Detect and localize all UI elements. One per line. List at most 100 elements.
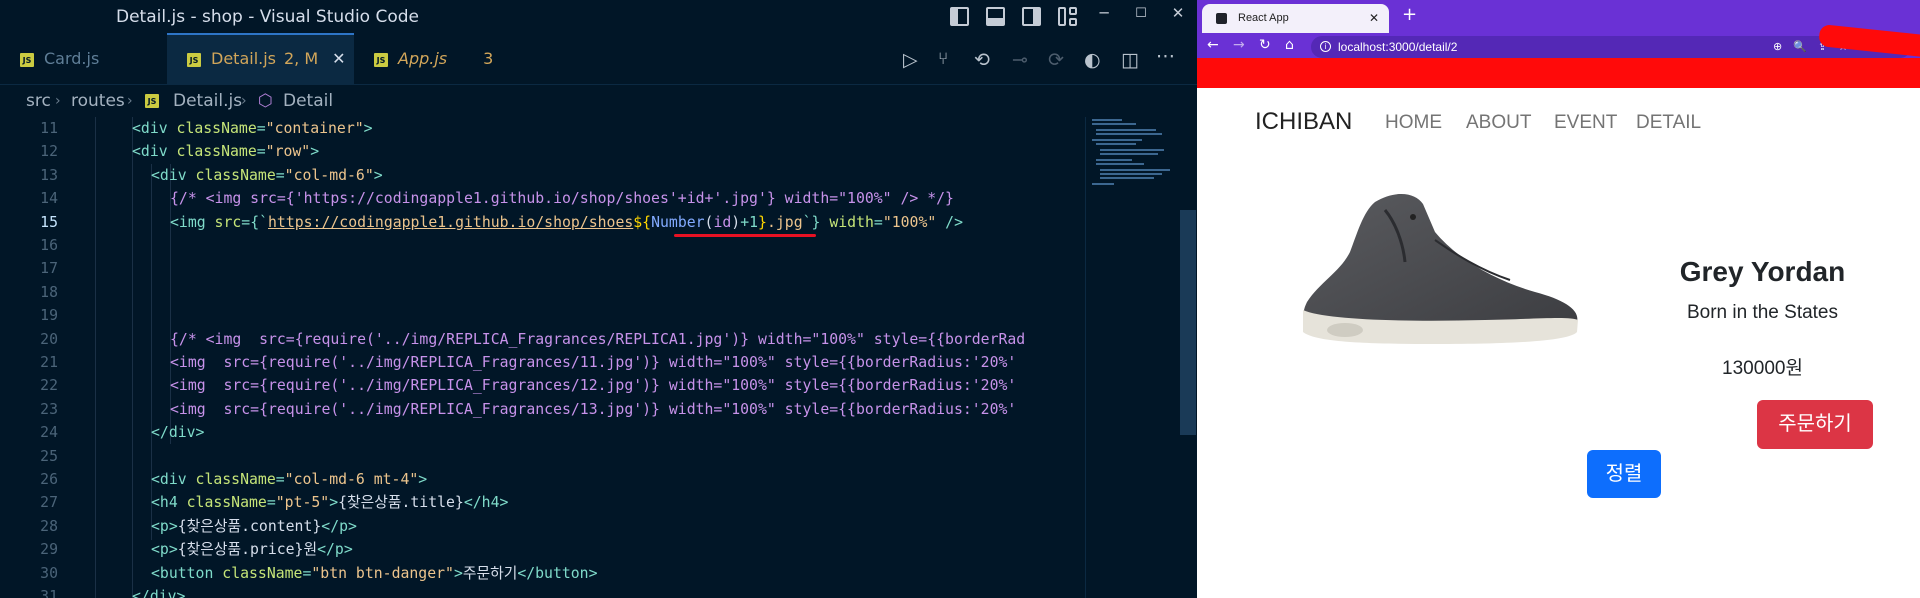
line-number: 21 <box>40 354 58 371</box>
line-number: 20 <box>40 330 58 348</box>
code-line: </div> <box>151 424 205 442</box>
close-window-icon[interactable]: ✕ <box>1163 4 1193 22</box>
forward-icon[interactable]: → <box>1233 37 1259 53</box>
browser-tab[interactable]: React App ✕ <box>1202 4 1389 33</box>
code-line: <img src={require('../img/REPLICA_Fragra… <box>170 377 1017 395</box>
toggle-secondary-sidebar-icon[interactable] <box>1022 7 1041 26</box>
chevron-right-icon: › <box>55 93 61 109</box>
breadcrumb: src › routes › JS Detail.js › ⬡ Detail <box>0 85 1197 117</box>
go-back-icon[interactable]: ⟲ <box>974 49 990 71</box>
tab-card-js[interactable]: JS Card.js <box>0 33 167 85</box>
nav-about[interactable]: ABOUT <box>1466 112 1531 134</box>
line-number: 28 <box>40 517 58 535</box>
line-number: 25 <box>40 447 58 465</box>
close-tab-icon[interactable]: ✕ <box>332 49 345 68</box>
breadcrumb-symbol[interactable]: Detail <box>283 85 333 117</box>
breadcrumb-routes[interactable]: routes <box>71 85 125 117</box>
red-annotation-underline <box>674 234 816 237</box>
go-forward-icon: ⟳ <box>1048 49 1064 71</box>
browser-tab-strip: React App ✕ + <box>1197 0 1920 33</box>
scrollbar-thumb[interactable] <box>1180 210 1196 435</box>
web-page: ICHIBAN HOME ABOUT EVENT DETAIL Grey Yor… <box>1197 88 1920 598</box>
line-number: 16 <box>40 237 58 254</box>
nav-event[interactable]: EVENT <box>1554 112 1617 134</box>
nav-home[interactable]: HOME <box>1385 112 1442 134</box>
toggle-primary-sidebar-icon[interactable] <box>950 7 969 26</box>
maximize-icon[interactable]: ☐ <box>1126 6 1156 21</box>
commit-icon: ⊸ <box>1012 49 1028 71</box>
title-bar: Detail.js - shop - Visual Studio Code ─ … <box>0 0 1197 33</box>
line-number: 27 <box>40 494 58 512</box>
line-number: 13 <box>40 166 58 184</box>
toggle-panel-icon[interactable] <box>986 7 1005 26</box>
chevron-right-icon: › <box>241 93 247 109</box>
code-line: <p>{찾은상품.content}</p> <box>151 517 357 535</box>
timeline-icon[interactable]: ◐ <box>1084 49 1101 71</box>
more-actions-icon[interactable]: ⋯ <box>1156 45 1175 67</box>
window-title: Detail.js - shop - Visual Studio Code <box>116 7 419 27</box>
code-line: <p>{찾은상품.price}원</p> <box>151 541 353 559</box>
code-line: {/* <img src={'https://codingapple1.gith… <box>170 190 954 208</box>
code-line: {/* <img src={require('../img/REPLICA_Fr… <box>170 330 1026 348</box>
breadcrumb-src[interactable]: src <box>26 85 51 117</box>
order-button[interactable]: 주문하기 <box>1757 400 1873 449</box>
code-line: <h4 className="pt-5">{찾은상품.title}</h4> <box>151 494 509 512</box>
breadcrumb-file[interactable]: Detail.js <box>173 85 242 117</box>
code-line: <button className="btn btn-danger">주문하기<… <box>151 564 598 582</box>
code-line: <img src={require('../img/REPLICA_Fragra… <box>170 354 1017 371</box>
product-title: Grey Yordan <box>1679 256 1846 287</box>
line-number: 15 <box>40 213 58 231</box>
sort-button[interactable]: 정렬 <box>1587 450 1661 498</box>
line-number: 11 <box>40 120 58 137</box>
line-number: 24 <box>40 424 58 442</box>
js-file-icon: JS <box>187 52 201 67</box>
new-tab-icon[interactable]: + <box>1402 4 1417 25</box>
site-info-icon[interactable]: i <box>1320 41 1331 52</box>
js-file-icon: JS <box>145 94 159 108</box>
browser-window: React App ✕ + ← → ↻ ⌂ i localhost:3000/deta… <box>1197 0 1920 598</box>
js-file-icon: JS <box>374 52 388 67</box>
code-line: <div className="row"> <box>132 143 320 161</box>
code-editor[interactable]: 11 12 13 14 15 16 17 18 19 20 21 22 23 2… <box>0 117 1085 598</box>
line-number: 18 <box>40 283 58 301</box>
product-content: Born in the States <box>1686 302 1839 323</box>
reload-icon[interactable]: ↻ <box>1259 37 1285 53</box>
code-line-current: <img src={`https://codingapple1.github.i… <box>170 213 963 231</box>
split-editor-icon[interactable]: ◫ <box>1121 49 1139 71</box>
line-number: 17 <box>40 260 58 278</box>
symbol-icon: ⬡ <box>258 91 273 111</box>
code-line: <div className="col-md-6 mt-4"> <box>151 471 428 488</box>
source-control-icon[interactable]: ⑂ <box>938 49 948 69</box>
navbar-brand[interactable]: ICHIBAN <box>1255 108 1352 136</box>
js-file-icon: JS <box>20 52 34 67</box>
minimize-icon[interactable]: ─ <box>1089 4 1119 22</box>
line-number: 31 <box>40 588 58 598</box>
line-number: 29 <box>40 541 58 559</box>
redaction-bar <box>1197 58 1920 88</box>
react-favicon-icon <box>1216 13 1227 24</box>
line-number: 22 <box>40 377 58 395</box>
close-tab-icon[interactable]: ✕ <box>1369 4 1379 33</box>
code-line: <img src={require('../img/REPLICA_Fragra… <box>170 400 1017 418</box>
code-line: <div className="col-md-6"> <box>151 166 383 184</box>
line-number: 12 <box>40 143 58 161</box>
run-icon[interactable]: ▷ <box>903 49 918 71</box>
back-icon[interactable]: ← <box>1207 37 1233 53</box>
tab-app-js[interactable]: JS App.js 3 <box>354 33 520 85</box>
code-line: <div className="container"> <box>132 120 373 137</box>
tab-detail-js[interactable]: JS Detail.js 2, M ✕ <box>167 33 354 85</box>
product-image <box>1303 193 1578 344</box>
line-number: 19 <box>40 307 58 325</box>
home-icon[interactable]: ⌂ <box>1285 37 1311 53</box>
vscode-window: Detail.js - shop - Visual Studio Code ─ … <box>0 0 1197 598</box>
product-price: 130000원 <box>1722 358 1803 379</box>
nav-detail[interactable]: DETAIL <box>1636 112 1701 134</box>
line-number: 14 <box>40 190 58 208</box>
customize-layout-icon[interactable] <box>1058 7 1077 26</box>
line-number: 30 <box>40 564 58 582</box>
minimap[interactable] <box>1085 117 1185 598</box>
line-number: 23 <box>40 400 58 418</box>
code-line: </div> <box>132 588 186 598</box>
chevron-right-icon: › <box>127 93 133 109</box>
line-number: 26 <box>40 471 58 488</box>
